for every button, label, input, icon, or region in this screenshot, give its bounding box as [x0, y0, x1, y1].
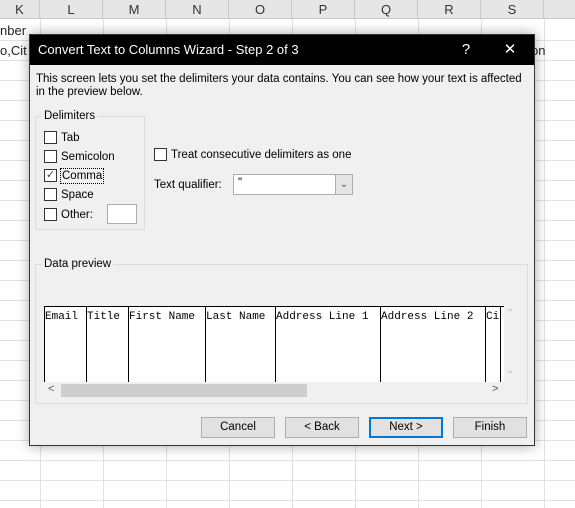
dialog-title-bar[interactable]: Convert Text to Columns Wizard - Step 2 … [30, 35, 534, 65]
dialog-title: Convert Text to Columns Wizard - Step 2 … [38, 42, 299, 57]
cancel-button[interactable]: Cancel [201, 417, 275, 438]
preview-column[interactable]: Last Name [205, 307, 275, 383]
other-delimiter-input[interactable] [107, 204, 137, 224]
cell-k2[interactable]: o,Cit [0, 43, 27, 58]
preview-column[interactable]: Address Line 1 [275, 307, 380, 383]
cell-k1[interactable]: nber [0, 23, 26, 38]
preview-column[interactable]: First Name [128, 307, 205, 383]
horizontal-scrollbar[interactable]: < > [44, 382, 504, 399]
comma-label[interactable]: Comma [60, 168, 105, 184]
text-qualifier-select[interactable]: " ⌄ [233, 174, 353, 195]
column-header-p[interactable]: P [292, 0, 355, 19]
text-to-columns-dialog: Convert Text to Columns Wizard - Step 2 … [29, 34, 535, 446]
column-header-m[interactable]: M [103, 0, 166, 19]
data-preview-label: Data preview [42, 258, 114, 270]
preview-column[interactable]: Email [44, 307, 86, 383]
scroll-up-icon[interactable]: ⌃ [506, 308, 514, 319]
text-qualifier-label: Text qualifier: [154, 179, 222, 191]
column-header-r[interactable]: R [418, 0, 481, 19]
semicolon-checkbox[interactable] [44, 150, 57, 163]
data-preview-grid[interactable]: Email Title First Name Last Name Address… [44, 306, 504, 383]
tab-checkbox[interactable] [44, 131, 57, 144]
preview-column[interactable]: Address Line 2 [380, 307, 485, 383]
intro-text: This screen lets you set the delimiters … [36, 73, 522, 98]
treat-consecutive-checkbox[interactable] [154, 148, 167, 161]
back-button[interactable]: < Back [285, 417, 359, 438]
tab-label[interactable]: Tab [61, 131, 80, 145]
delimiters-label: Delimiters [42, 110, 98, 122]
column-header-o[interactable]: O [229, 0, 292, 19]
column-header-k[interactable]: K [0, 0, 40, 19]
space-checkbox[interactable] [44, 188, 57, 201]
finish-button[interactable]: Finish [453, 417, 527, 438]
scroll-left-icon[interactable]: < [48, 383, 54, 395]
column-header-q[interactable]: Q [355, 0, 418, 19]
scrollbar-thumb[interactable] [61, 384, 307, 397]
column-header-row: K L M N O P Q R S [0, 0, 575, 19]
scroll-down-icon[interactable]: ⌄ [506, 365, 514, 376]
text-qualifier-value: " [238, 177, 243, 189]
other-label[interactable]: Other: [61, 208, 93, 222]
comma-checkbox[interactable]: ✓ [44, 169, 57, 182]
preview-column[interactable]: Title [86, 307, 128, 383]
next-button[interactable]: Next > [369, 417, 443, 438]
chevron-down-icon[interactable]: ⌄ [335, 175, 352, 194]
space-label[interactable]: Space [61, 188, 94, 202]
delimiters-group: Delimiters Tab Semicolon ✓ Comma Space O… [35, 110, 145, 230]
preview-column[interactable]: City [485, 307, 501, 383]
scroll-right-icon[interactable]: > [492, 383, 498, 395]
column-header-l[interactable]: L [40, 0, 103, 19]
column-header-s[interactable]: S [481, 0, 544, 19]
help-button[interactable]: ? [446, 35, 486, 65]
treat-consecutive-label[interactable]: Treat consecutive delimiters as one [171, 148, 351, 162]
semicolon-label[interactable]: Semicolon [61, 150, 115, 164]
close-button[interactable]: ✕ [490, 35, 530, 65]
other-checkbox[interactable] [44, 208, 57, 221]
column-header-n[interactable]: N [166, 0, 229, 19]
